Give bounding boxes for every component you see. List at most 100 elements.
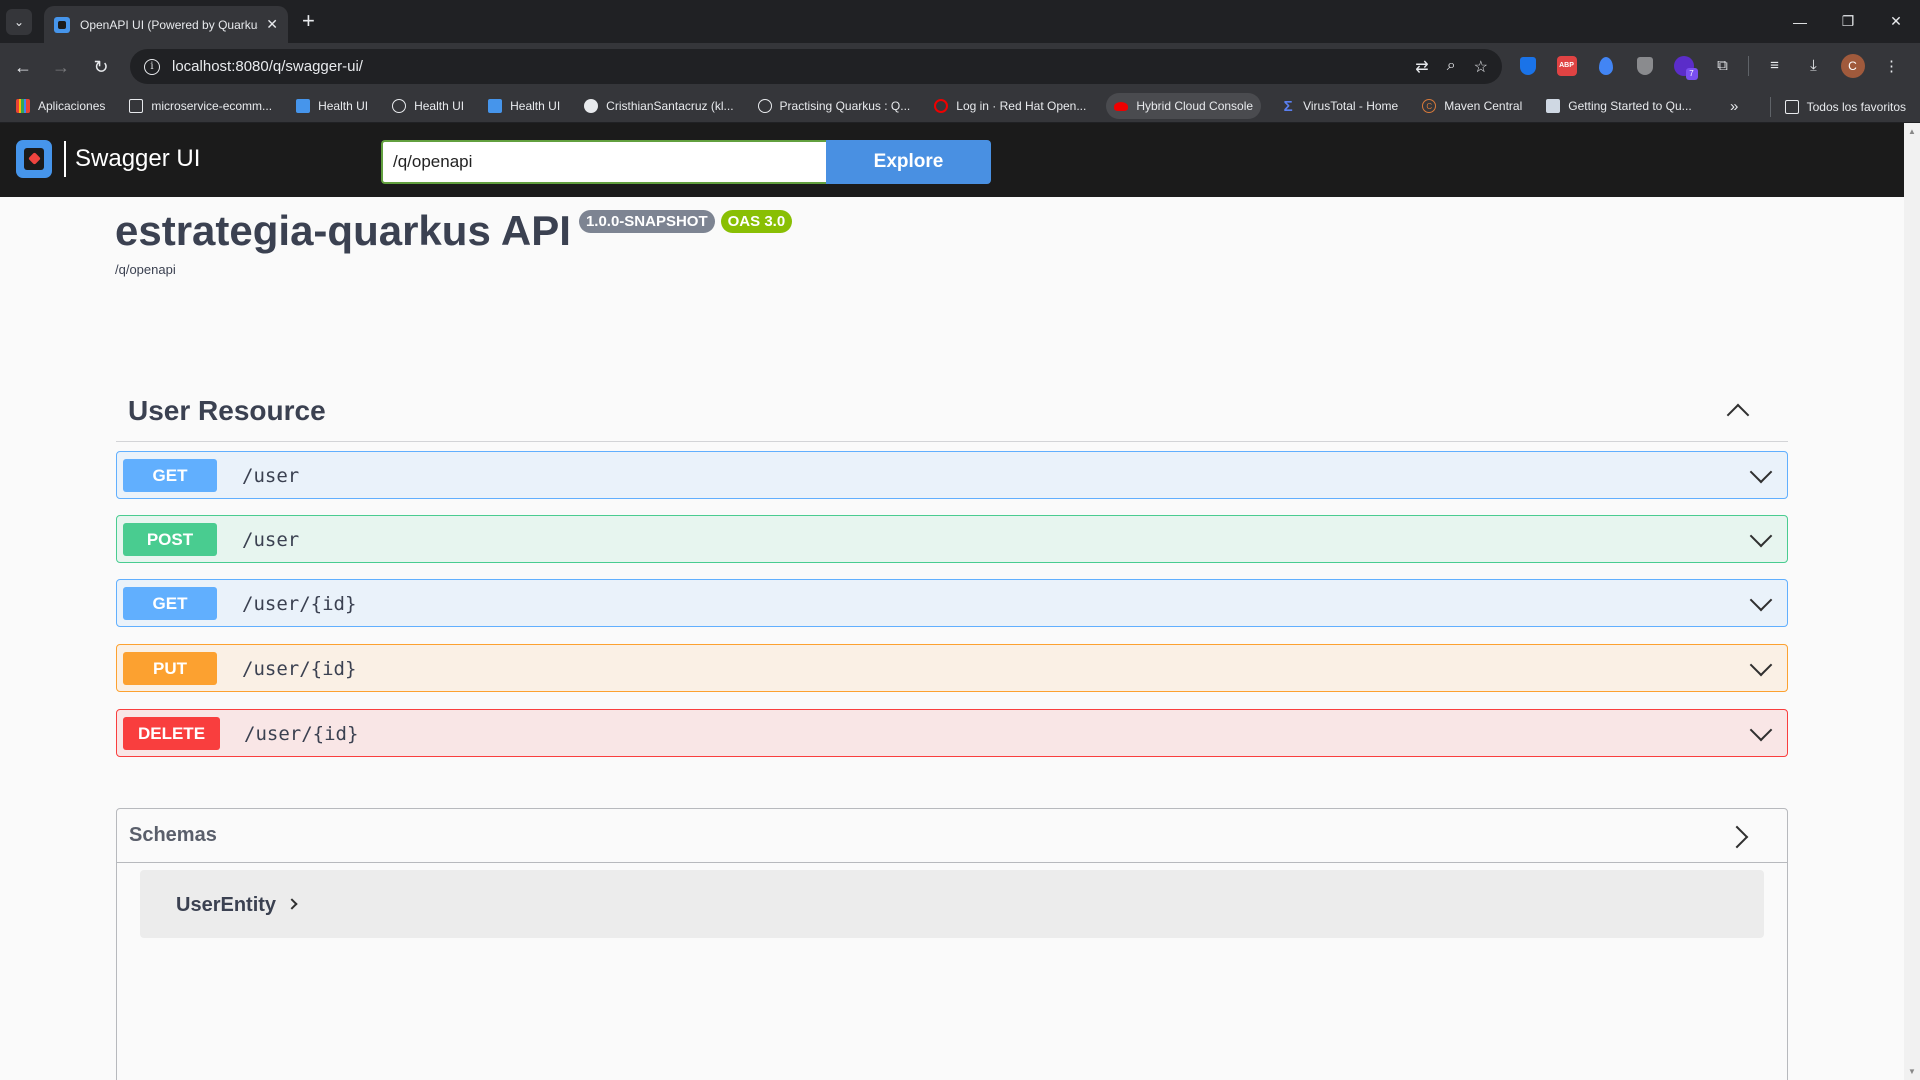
maven-icon: C (1422, 99, 1437, 113)
bookmark-health-ui-3[interactable]: Health UI (484, 93, 564, 119)
bookmark-health-ui-2[interactable]: Health UI (388, 93, 468, 119)
globe-icon (757, 99, 772, 113)
translate-icon[interactable]: ⇄ (1415, 57, 1428, 77)
openshift-icon (934, 99, 949, 113)
address-bar[interactable]: i localhost:8080/q/swagger-ui/ ⇄ ⌕ ☆ (130, 49, 1502, 84)
explore-button[interactable]: Explore (826, 140, 991, 184)
bookmark-practising-quarkus[interactable]: Practising Quarkus : Q... (754, 93, 915, 119)
bookmark-apps[interactable]: Aplicaciones (12, 93, 109, 119)
chevron-right-icon[interactable] (286, 898, 298, 910)
reload-icon[interactable]: ↻ (86, 52, 116, 82)
scroll-down-icon[interactable]: ▼ (1908, 1067, 1916, 1076)
tag-section-user-resource[interactable]: User Resource (116, 373, 1788, 442)
adblock-extension-icon[interactable]: ABP (1553, 52, 1580, 79)
profile-button[interactable]: C (1839, 52, 1866, 79)
bookmark-hybrid-cloud[interactable]: Hybrid Cloud Console (1106, 93, 1262, 119)
tag-title: User Resource (128, 395, 326, 426)
folder-icon (129, 99, 144, 113)
swagger-logo-icon[interactable] (16, 140, 52, 178)
bookmark-github[interactable]: CristhianSantacruz (kl... (580, 93, 737, 119)
bookmark-health-ui-1[interactable]: Health UI (292, 93, 372, 119)
bookmark-folder-microservice[interactable]: microservice-ecomm... (125, 93, 276, 119)
spec-link[interactable]: /q/openapi (115, 262, 792, 277)
quarkus-icon (296, 99, 311, 113)
site-info-icon[interactable]: i (144, 58, 160, 75)
bookmark-label: Health UI (318, 99, 369, 113)
logo-divider (64, 141, 66, 177)
chevron-down-icon[interactable] (1749, 588, 1773, 612)
github-icon (584, 99, 599, 113)
shield-extension-icon[interactable] (1514, 52, 1541, 79)
more-bookmarks-icon[interactable]: » (1730, 90, 1738, 123)
bookmark-label: Health UI (414, 99, 465, 113)
method-badge: PUT (123, 652, 217, 685)
method-badge: GET (123, 587, 217, 620)
method-badge: DELETE (123, 717, 220, 750)
model-name: UserEntity (176, 894, 277, 916)
chevron-down-icon[interactable] (1749, 460, 1773, 484)
bookmark-label: Aplicaciones (38, 99, 106, 113)
chevron-down-icon: ⌄ (13, 15, 25, 29)
bookmark-getting-started[interactable]: Getting Started to Qu... (1542, 93, 1695, 119)
quarkus-favicon-icon (54, 16, 70, 33)
browser-tab[interactable]: OpenAPI UI (Powered by Quarkus ✕ (44, 6, 288, 43)
bookmark-virustotal[interactable]: Σ VirusTotal - Home (1277, 93, 1402, 119)
browser-tabstrip: ⌄ OpenAPI UI (Powered by Quarkus ✕ + — ❐… (0, 0, 1920, 43)
folder-icon (1784, 99, 1799, 114)
media-control-icon[interactable]: ≡ (1761, 52, 1788, 79)
more-menu-icon[interactable]: ⋮ (1878, 52, 1905, 79)
back-arrow-icon[interactable]: ← (8, 52, 38, 82)
swagger-brand[interactable]: Swagger UI (75, 145, 200, 173)
operation-post-user[interactable]: POST /user (116, 515, 1788, 563)
zoom-icon[interactable]: ⌕ (1447, 57, 1456, 77)
close-window-icon[interactable]: ✕ (1872, 0, 1920, 43)
privacy-extension-icon[interactable] (1631, 52, 1658, 79)
virustotal-icon: Σ (1283, 97, 1293, 115)
operation-path: /user (242, 529, 300, 551)
purple-extension-icon[interactable] (1670, 52, 1698, 80)
operation-path: /user/{id} (244, 723, 359, 745)
operation-get-user[interactable]: GET /user (116, 451, 1788, 499)
swagger-topbar: Swagger UI Explore (0, 123, 1904, 197)
bookmarks-bar: Aplicaciones microservice-ecomm... Healt… (0, 90, 1920, 123)
url-text[interactable]: localhost:8080/q/swagger-ui/ (172, 58, 1415, 75)
schemas-header[interactable]: Schemas (117, 809, 1787, 863)
chevron-down-icon[interactable] (1749, 718, 1773, 742)
close-tab-icon[interactable]: ✕ (266, 16, 278, 33)
bookmark-label: Health UI (510, 99, 561, 113)
chevron-down-icon[interactable] (1749, 524, 1773, 548)
bookmark-maven[interactable]: C Maven Central (1418, 93, 1526, 119)
bookmarks-divider (1769, 96, 1771, 117)
scroll-up-icon[interactable]: ▲ (1908, 127, 1916, 136)
bookmark-label: microservice-ecomm... (151, 99, 273, 113)
star-icon[interactable]: ☆ (1474, 57, 1488, 77)
download-icon[interactable]: ⤓ (1800, 52, 1827, 79)
new-tab-button[interactable]: + (302, 9, 315, 33)
apps-grid-icon (16, 99, 30, 113)
tab-search-button[interactable]: ⌄ (6, 9, 32, 35)
avatar: C (1840, 53, 1865, 78)
chevron-down-icon[interactable] (1749, 653, 1773, 677)
tab-title: OpenAPI UI (Powered by Quarkus (80, 17, 259, 32)
bookmark-label: Practising Quarkus : Q... (779, 99, 911, 113)
window-controls: — ❐ ✕ (1776, 0, 1920, 43)
drop-extension-icon[interactable] (1592, 52, 1619, 79)
chevron-right-icon[interactable] (1725, 825, 1749, 849)
bookmark-label: Maven Central (1444, 99, 1523, 113)
page-viewport: Swagger UI Explore estrategia-quarkus AP… (0, 123, 1904, 1080)
browser-toolbar: ← → ↻ i localhost:8080/q/swagger-ui/ ⇄ ⌕… (0, 43, 1920, 90)
method-badge: POST (123, 523, 217, 556)
model-user-entity[interactable]: UserEntity (140, 870, 1764, 938)
bookmark-openshift-login[interactable]: Log in · Red Hat Open... (930, 93, 1090, 119)
chevron-up-icon[interactable] (1726, 403, 1750, 427)
operation-put-user-id[interactable]: PUT /user/{id} (116, 644, 1788, 692)
restore-icon[interactable]: ❐ (1824, 0, 1872, 43)
puzzle-extensions-icon[interactable]: ⧉ (1709, 52, 1736, 79)
forward-arrow-icon[interactable]: → (46, 52, 76, 82)
minimize-icon[interactable]: — (1776, 0, 1824, 43)
operation-delete-user-id[interactable]: DELETE /user/{id} (116, 709, 1788, 757)
spec-url-input[interactable] (381, 140, 826, 184)
operation-get-user-id[interactable]: GET /user/{id} (116, 579, 1788, 627)
all-bookmarks[interactable]: Todos los favoritos (1769, 90, 1906, 123)
page-scrollbar[interactable]: ▲ ▼ (1904, 123, 1920, 1080)
